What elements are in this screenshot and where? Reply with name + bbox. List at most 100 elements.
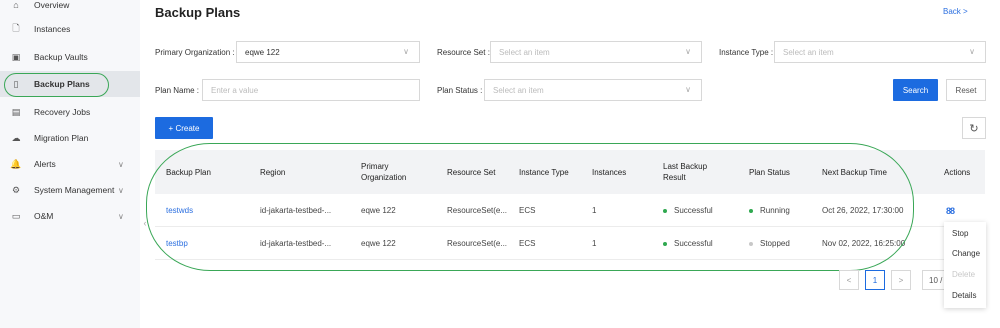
sidebar-item-migration-plan[interactable]: ☁ Migration Plan: [0, 125, 140, 151]
monitor-icon: ▭: [11, 210, 21, 221]
status-cell: Stopped: [749, 227, 790, 260]
instance-type-cell: ECS: [519, 239, 536, 248]
next-time-cell: Nov 02, 2022, 16:25:00: [822, 239, 906, 248]
resource-set-select[interactable]: Select an item ∨: [490, 41, 702, 63]
file-icon: 🗋: [12, 23, 20, 33]
plan-name-input[interactable]: Enter a value: [202, 79, 420, 101]
org-cell: eqwe 122: [361, 239, 396, 248]
bell-icon: 🔔: [10, 158, 22, 169]
sidebar-item-alerts[interactable]: 🔔 Alerts ∨: [0, 151, 140, 177]
resource-set-cell: ResourceSet(e...: [447, 206, 508, 215]
resource-set-cell: ResourceSet(e...: [447, 239, 508, 248]
column-header: Primary Organization: [361, 162, 407, 182]
gear-icon: ⚙: [11, 184, 21, 195]
column-header: Plan Status: [749, 167, 790, 177]
search-button[interactable]: Search: [893, 79, 938, 101]
instance-type-placeholder: Select an item: [783, 47, 834, 57]
table-header: Backup Plan Region Primary Organization …: [155, 150, 985, 194]
plan-status-label: Plan Status :: [437, 86, 483, 95]
plan-name-link[interactable]: testwds: [166, 194, 193, 227]
column-header: Actions: [944, 167, 971, 177]
success-dot-icon: [663, 208, 667, 213]
create-button[interactable]: + Create: [155, 117, 213, 139]
home-icon: ⌂: [13, 0, 19, 10]
status-text: Running: [760, 206, 790, 215]
sidebar-item-label: O&M: [34, 211, 54, 221]
chevron-down-icon: ∨: [403, 47, 409, 56]
primary-org-select[interactable]: eqwe 122 ∨: [236, 41, 420, 63]
instances-cell: 1: [592, 239, 597, 248]
region-cell: id-jakarta-testbed-...: [260, 206, 332, 215]
page-title: Backup Plans: [155, 5, 241, 20]
chevron-down-icon: ∨: [118, 185, 124, 195]
sidebar: ⌂ Overview 🗋 Instances ▣ Backup Vaults ▯…: [0, 0, 140, 328]
prev-page-button[interactable]: <: [839, 270, 859, 290]
plan-name-link[interactable]: testbp: [166, 227, 188, 260]
vault-icon: ▣: [11, 51, 21, 62]
action-menu: Stop Change Delete Details: [944, 222, 986, 308]
menu-item-stop[interactable]: Stop: [952, 229, 968, 238]
last-result-cell: Successful: [663, 194, 713, 227]
plan-name-label: Plan Name :: [155, 86, 200, 95]
chevron-down-icon: ∨: [685, 47, 691, 56]
instance-type-select[interactable]: Select an item ∨: [774, 41, 986, 63]
grid-icon: 88: [946, 205, 955, 216]
sidebar-item-system-management[interactable]: ⚙ System Management ∨: [0, 177, 140, 203]
sidebar-item-label: Alerts: [34, 159, 56, 169]
resource-set-label: Resource Set :: [437, 48, 490, 57]
stopped-dot-icon: [749, 241, 753, 246]
primary-org-label: Primary Organization :: [155, 48, 235, 57]
page-number-button[interactable]: 1: [865, 270, 885, 290]
refresh-icon[interactable]: ↻: [962, 117, 986, 139]
chevron-down-icon: ∨: [118, 211, 124, 221]
instances-cell: 1: [592, 206, 597, 215]
chevron-down-icon: ∨: [685, 85, 691, 94]
running-dot-icon: [749, 208, 753, 213]
sidebar-item-label: Overview: [34, 0, 70, 10]
plan-status-select[interactable]: Select an item ∨: [484, 79, 702, 101]
region-cell: id-jakarta-testbed-...: [260, 239, 332, 248]
column-header: Instance Type: [519, 167, 569, 177]
column-header: Region: [260, 167, 286, 177]
table-row: testbp id-jakarta-testbed-... eqwe 122 R…: [155, 227, 985, 260]
status-text: Stopped: [760, 239, 790, 248]
sidebar-item-instances[interactable]: 🗋 Instances: [0, 16, 140, 42]
collapse-sidebar-icon[interactable]: ‹: [140, 212, 150, 234]
status-cell: Running: [749, 194, 790, 227]
sidebar-item-label: Backup Vaults: [34, 52, 88, 62]
sidebar-item-om[interactable]: ▭ O&M ∨: [0, 203, 140, 229]
next-time-cell: Oct 26, 2022, 17:30:00: [822, 206, 904, 215]
reset-button[interactable]: Reset: [946, 79, 986, 101]
sidebar-item-backup-vaults[interactable]: ▣ Backup Vaults: [0, 44, 140, 70]
plan-icon: ▯: [13, 78, 19, 89]
sidebar-item-label: Backup Plans: [34, 79, 90, 89]
column-header: Resource Set: [447, 167, 496, 177]
primary-org-value: eqwe 122: [245, 47, 280, 57]
cloud-icon: ☁: [11, 132, 21, 143]
table-row: testwds id-jakarta-testbed-... eqwe 122 …: [155, 194, 985, 227]
menu-item-delete: Delete: [952, 270, 976, 279]
column-header: Instances: [592, 167, 627, 177]
menu-item-details[interactable]: Details: [952, 291, 976, 300]
column-header: Next Backup Time: [822, 167, 887, 177]
back-link[interactable]: Back >: [943, 7, 968, 16]
org-cell: eqwe 122: [361, 206, 396, 215]
sidebar-item-recovery-jobs[interactable]: ▤ Recovery Jobs: [0, 99, 140, 125]
last-result-text: Successful: [674, 206, 713, 215]
chevron-down-icon: ∨: [118, 159, 124, 169]
column-header: Backup Plan: [166, 167, 211, 177]
column-header: Last Backup Result: [663, 162, 708, 182]
sidebar-item-backup-plans[interactable]: ▯ Backup Plans: [0, 71, 140, 97]
instance-type-cell: ECS: [519, 206, 536, 215]
last-result-cell: Successful: [663, 227, 713, 260]
sidebar-item-label: Migration Plan: [34, 133, 89, 143]
menu-item-change[interactable]: Change: [952, 249, 980, 258]
last-result-text: Successful: [674, 239, 713, 248]
plan-name-placeholder: Enter a value: [211, 85, 259, 95]
sidebar-item-label: Instances: [34, 24, 71, 34]
resource-set-placeholder: Select an item: [499, 47, 550, 57]
next-page-button[interactable]: >: [891, 270, 911, 290]
plan-status-placeholder: Select an item: [493, 85, 544, 95]
sidebar-item-label: System Management: [34, 185, 115, 195]
list-icon: ▤: [11, 106, 21, 117]
